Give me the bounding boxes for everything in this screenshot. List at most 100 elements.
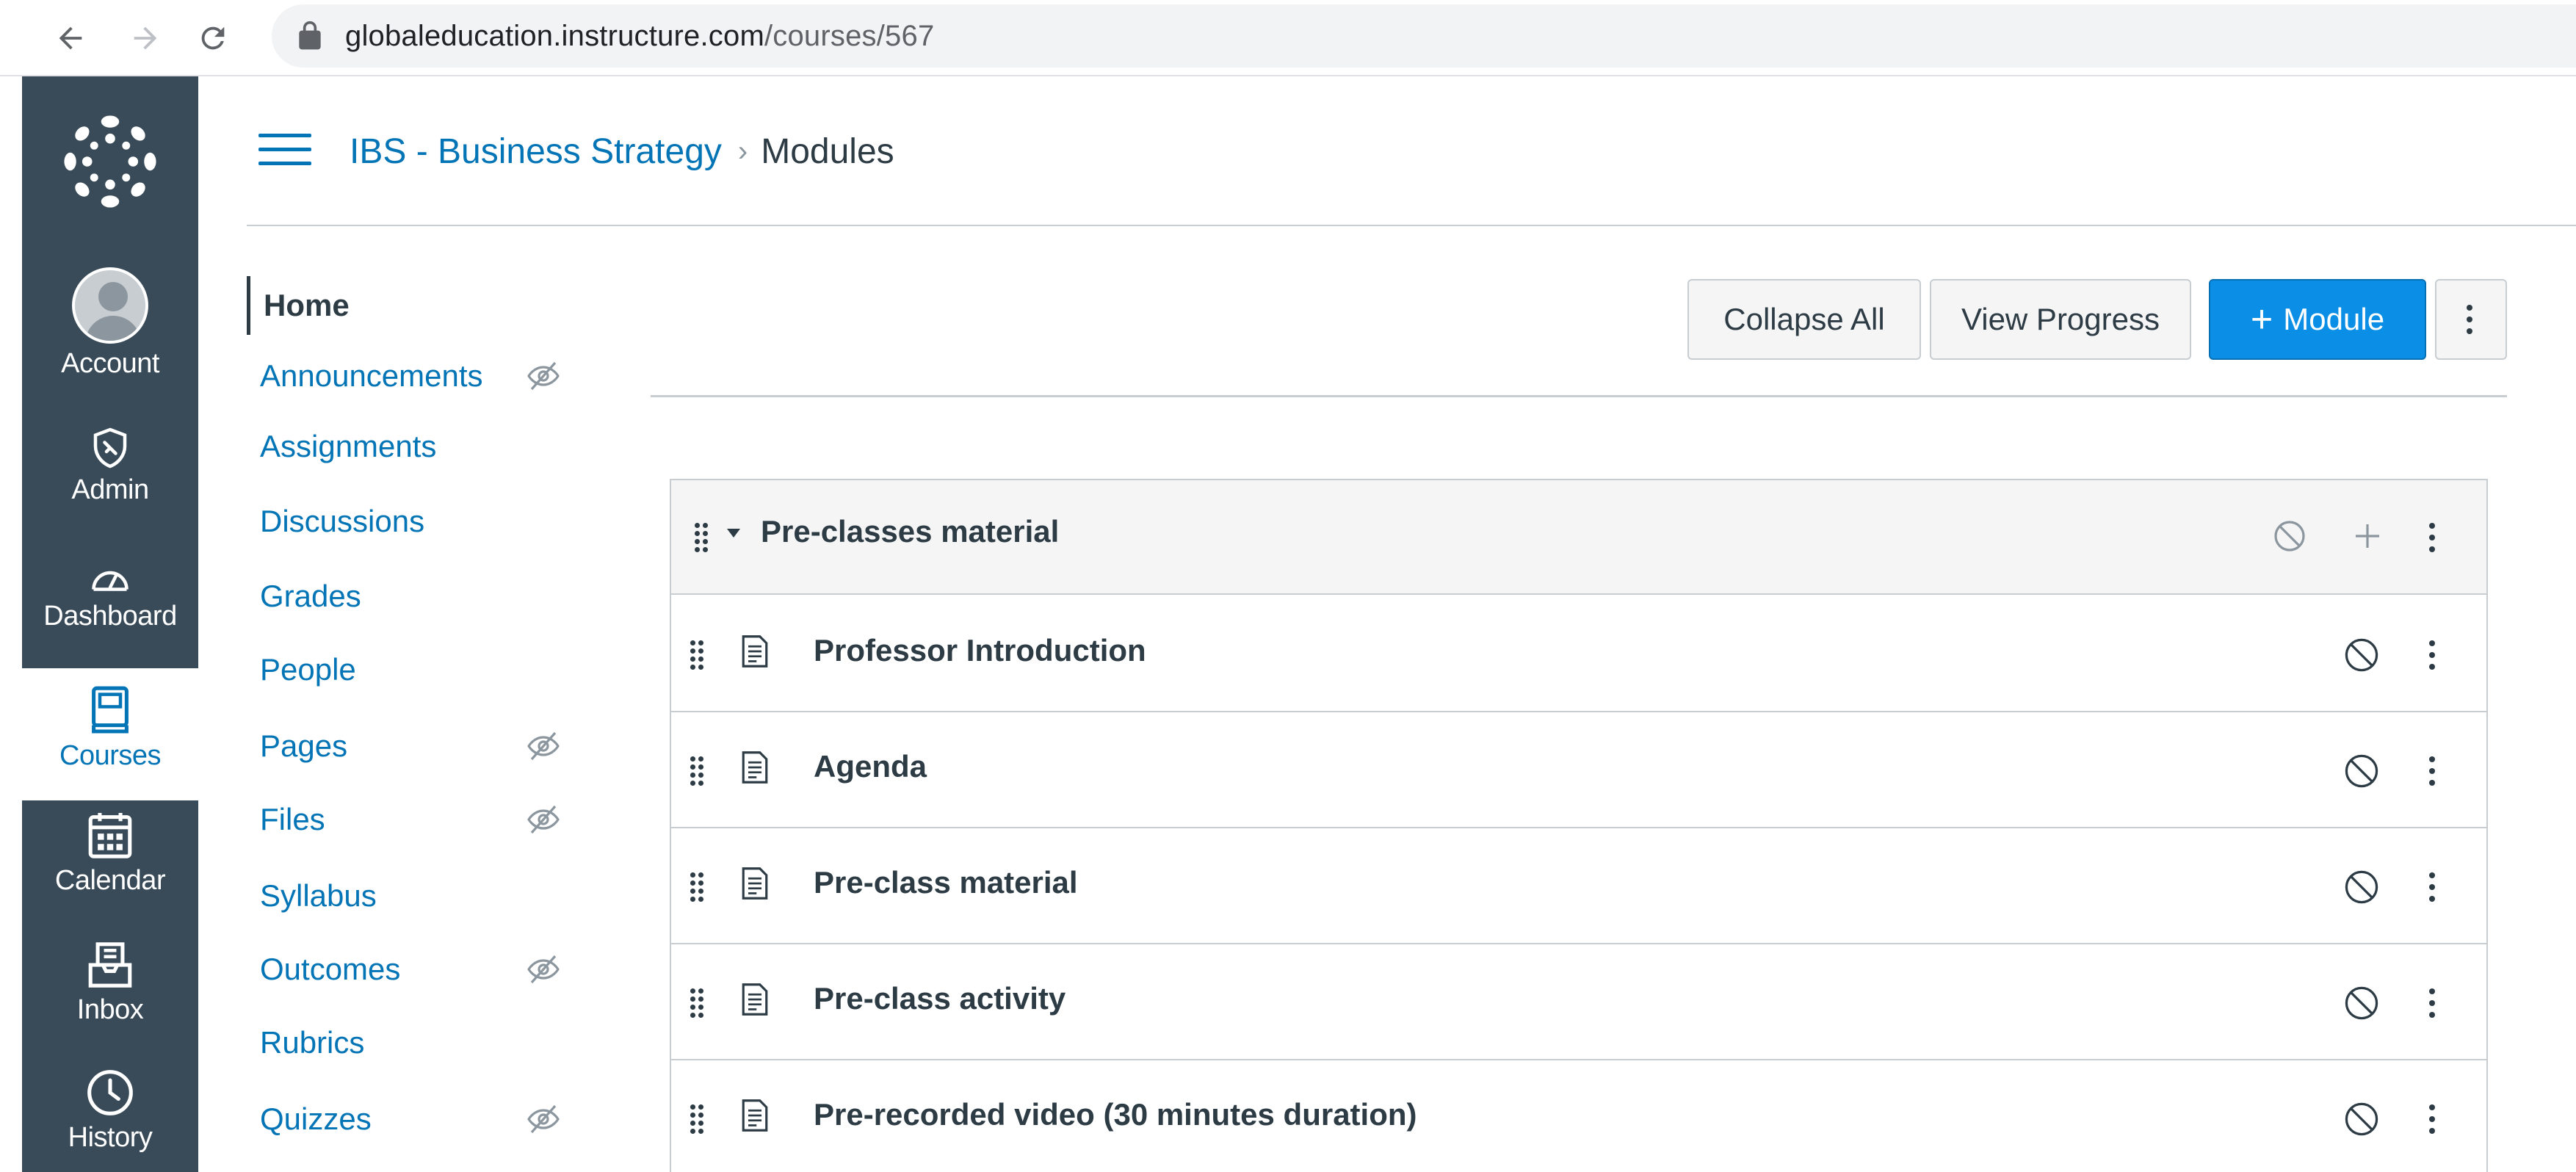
- add-item-plus-icon[interactable]: [2353, 521, 2382, 551]
- browser-toolbar: globaleducation.instructure.com/courses/…: [0, 0, 2576, 76]
- forward-arrow-icon[interactable]: [120, 13, 170, 63]
- course-nav-label: People: [260, 652, 356, 687]
- global-nav-label: Calendar: [54, 865, 166, 896]
- drag-handle-icon[interactable]: [689, 1103, 705, 1135]
- unpublished-icon[interactable]: [2272, 518, 2307, 554]
- global-nav-label: Courses: [59, 740, 162, 771]
- view-progress-button[interactable]: View Progress: [1930, 279, 2191, 360]
- global-nav-inbox[interactable]: Inbox: [22, 940, 198, 1026]
- course-nav-label: Grades: [260, 579, 361, 613]
- lock-icon: [299, 21, 321, 50]
- canvas-logo-icon[interactable]: [22, 112, 198, 211]
- calendar-icon: [88, 813, 132, 858]
- module-item[interactable]: Pre-class activity: [671, 944, 2486, 1060]
- address-bar[interactable]: globaleducation.instructure.com/courses/…: [272, 4, 2576, 68]
- course-nav-label: Announcements: [260, 358, 483, 393]
- dashboard-gauge-icon: [92, 571, 129, 591]
- add-module-label: Module: [2283, 302, 2385, 336]
- breadcrumb-course-link[interactable]: IBS - Business Strategy: [350, 131, 722, 172]
- course-menu-toggle-icon[interactable]: [258, 129, 311, 170]
- unpublished-icon[interactable]: [2342, 984, 2381, 1022]
- breadcrumb-chevron-icon: ›: [737, 134, 748, 167]
- hidden-eye-icon: [527, 1104, 560, 1134]
- course-nav-label: Quizzes: [260, 1102, 372, 1136]
- module-item[interactable]: Agenda: [671, 712, 2486, 828]
- drag-handle-icon[interactable]: [689, 871, 705, 903]
- drag-handle-icon[interactable]: [689, 639, 705, 671]
- module-item-title-link[interactable]: Professor Introduction: [814, 633, 1146, 668]
- kebab-menu-icon: [2467, 305, 2475, 334]
- global-nav-dashboard[interactable]: Dashboard: [22, 557, 198, 632]
- url-text: globaleducation.instructure.com/courses/…: [345, 20, 934, 53]
- course-nav-grades[interactable]: Grades: [247, 567, 585, 626]
- collapse-caret-icon[interactable]: [727, 529, 740, 538]
- module-item-title-link[interactable]: Pre-class activity: [814, 981, 1066, 1016]
- module-item-title-link[interactable]: Pre-recorded video (30 minutes duration): [814, 1097, 1417, 1132]
- item-kebab-menu-icon[interactable]: [2429, 756, 2438, 786]
- course-nav-home[interactable]: Home: [247, 276, 585, 335]
- course-nav-files[interactable]: Files: [247, 790, 585, 849]
- drag-handle-icon[interactable]: [689, 987, 705, 1019]
- global-nav-account[interactable]: Account: [22, 267, 198, 380]
- reload-icon[interactable]: [188, 13, 238, 63]
- toolbar-divider: [651, 395, 2507, 397]
- item-kebab-menu-icon[interactable]: [2429, 872, 2438, 902]
- module-item[interactable]: Pre-class material: [671, 828, 2486, 944]
- unpublished-icon[interactable]: [2342, 1100, 2381, 1138]
- course-nav-announcements[interactable]: Announcements: [247, 347, 585, 405]
- hidden-eye-icon: [527, 361, 560, 391]
- page-document-icon: [742, 983, 768, 1016]
- global-nav-calendar[interactable]: Calendar: [22, 811, 198, 897]
- header-divider: [247, 225, 2576, 226]
- course-nav-people[interactable]: People: [247, 640, 585, 699]
- drag-handle-icon[interactable]: [689, 755, 705, 787]
- course-nav-discussions[interactable]: Discussions: [247, 492, 585, 551]
- course-nav-label: Pages: [260, 728, 348, 763]
- module-item[interactable]: Professor Introduction: [671, 596, 2486, 712]
- url-path: /courses/567: [764, 19, 935, 52]
- module-item[interactable]: Pre-recorded video (30 minutes duration): [671, 1060, 2486, 1172]
- module-item-title-link[interactable]: Agenda: [814, 749, 927, 784]
- module-item-title-link[interactable]: Pre-class material: [814, 865, 1078, 900]
- back-arrow-icon[interactable]: [46, 13, 95, 63]
- course-nav-label: Outcomes: [260, 952, 401, 986]
- global-nav-label: Admin: [71, 474, 149, 505]
- course-nav-label: Discussions: [260, 504, 425, 538]
- module-header[interactable]: Pre-classes material: [671, 480, 2486, 595]
- url-host: globaleducation.instructure.com: [345, 19, 764, 52]
- drag-handle-icon[interactable]: [693, 521, 709, 554]
- course-nav-label: Home: [264, 288, 350, 322]
- breadcrumb-current: Modules: [761, 131, 894, 171]
- course-nav-assignments[interactable]: Assignments: [247, 417, 585, 476]
- course-nav-syllabus[interactable]: Syllabus: [247, 867, 585, 925]
- view-progress-label: View Progress: [1961, 302, 2160, 336]
- user-avatar-icon: [72, 267, 148, 344]
- course-nav-pages[interactable]: Pages: [247, 717, 585, 775]
- breadcrumb: IBS - Business Strategy › Modules: [350, 129, 894, 173]
- add-module-button[interactable]: + Module: [2209, 279, 2426, 360]
- item-kebab-menu-icon[interactable]: [2429, 988, 2438, 1018]
- admin-shield-icon: [93, 427, 127, 469]
- more-options-button[interactable]: [2435, 279, 2507, 360]
- unpublished-icon[interactable]: [2342, 752, 2381, 790]
- course-nav-rubrics[interactable]: Rubrics: [247, 1013, 585, 1072]
- course-nav-label: Syllabus: [260, 878, 377, 913]
- global-nav-history[interactable]: History: [22, 1068, 198, 1154]
- global-nav-admin[interactable]: Admin: [22, 426, 198, 506]
- course-nav-quizzes[interactable]: Quizzes: [247, 1090, 585, 1149]
- item-kebab-menu-icon[interactable]: [2429, 1104, 2438, 1134]
- item-kebab-menu-icon[interactable]: [2429, 640, 2438, 670]
- unpublished-icon[interactable]: [2342, 868, 2381, 906]
- global-nav-label: Dashboard: [43, 601, 177, 632]
- course-nav-outcomes[interactable]: Outcomes: [247, 940, 585, 999]
- collapse-all-button[interactable]: Collapse All: [1687, 279, 1921, 360]
- global-nav-courses[interactable]: Courses: [22, 668, 198, 800]
- page-document-icon: [742, 867, 768, 900]
- hidden-eye-icon: [527, 805, 560, 834]
- plus-icon: +: [2250, 298, 2273, 341]
- course-nav-label: Assignments: [260, 429, 437, 463]
- module-kebab-menu-icon[interactable]: [2429, 523, 2438, 552]
- unpublished-icon[interactable]: [2342, 636, 2381, 674]
- page-document-icon: [742, 635, 768, 668]
- global-navigation: Account Admin Dashboard Courses Calendar…: [22, 76, 198, 1172]
